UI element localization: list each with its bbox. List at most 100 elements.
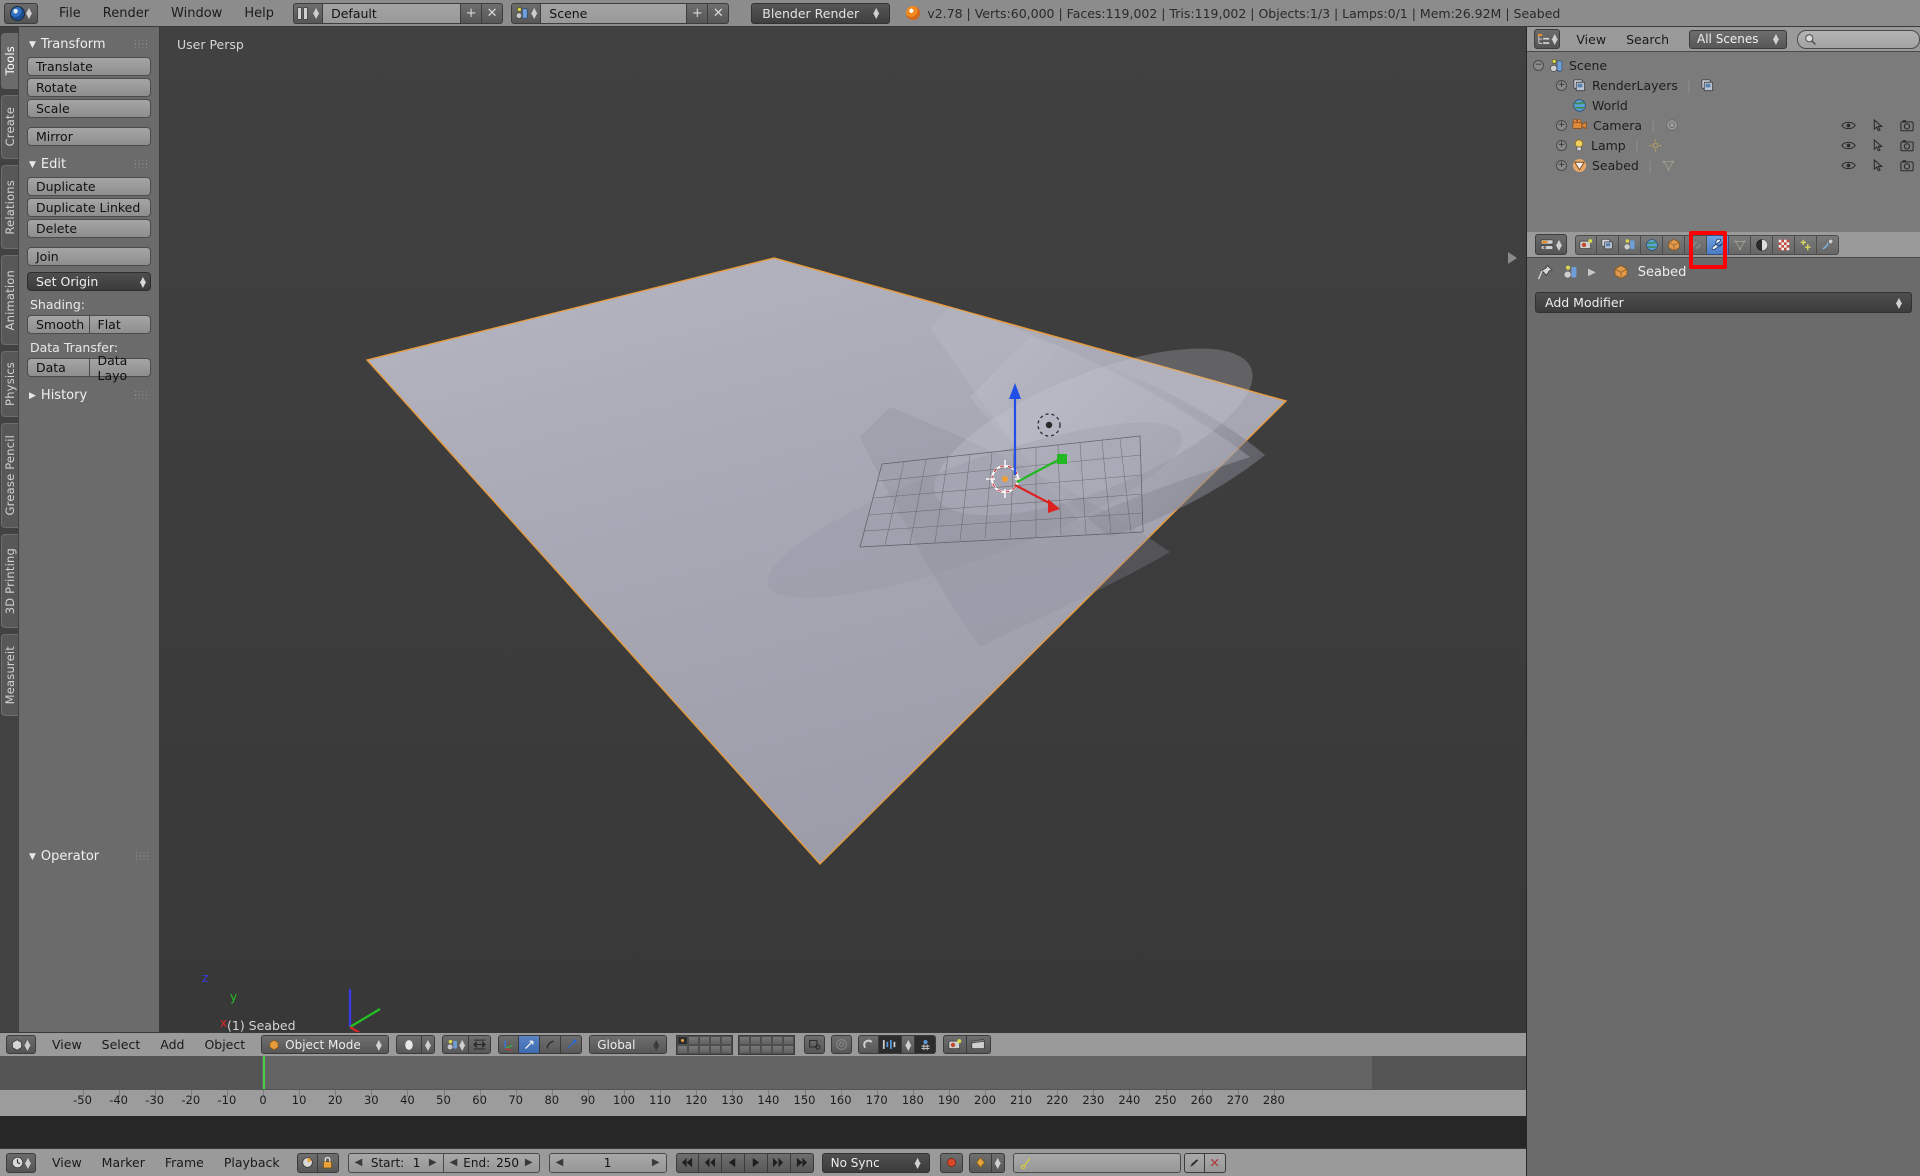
tab-grease-pencil[interactable]: Grease Pencil — [1, 423, 18, 528]
scene-name-field[interactable]: Scene — [541, 2, 688, 24]
pivot-point-selector[interactable]: ▲ ▼ — [442, 1035, 470, 1054]
viewport-shading-solid-button[interactable] — [395, 1035, 422, 1054]
render-image-button[interactable] — [943, 1035, 968, 1054]
delete-scene-button[interactable]: ✕ — [708, 2, 730, 24]
outliner-row-scene[interactable]: − Scene — [1527, 55, 1920, 75]
render-animation-button[interactable] — [967, 1035, 992, 1054]
menu-file[interactable]: File — [48, 3, 92, 24]
layer-cell[interactable] — [688, 1044, 700, 1054]
screen-layout-name[interactable]: Default — [323, 2, 462, 24]
tool-join[interactable]: Join — [27, 247, 151, 266]
chevron-left-icon[interactable]: ◀ — [556, 1157, 564, 1168]
tool-scale[interactable]: Scale — [27, 99, 151, 118]
record-button[interactable] — [939, 1152, 963, 1173]
render-engine-selector[interactable]: Blender Render ▲ ▼ — [751, 2, 891, 24]
properties-tab-data[interactable] — [1729, 234, 1751, 255]
pivot-individual-origins-toggle[interactable] — [469, 1035, 492, 1054]
snap-mode-dropdown[interactable]: ▲ ▼ — [902, 1035, 916, 1054]
tool-duplicate-linked[interactable]: Duplicate Linked — [27, 198, 151, 217]
tool-translate[interactable]: Translate — [27, 57, 151, 76]
timeline-scroll-area[interactable] — [0, 1056, 1526, 1089]
layer-cell[interactable] — [688, 1035, 700, 1045]
layer-block-1[interactable] — [676, 1034, 734, 1055]
cursor-select-icon[interactable] — [1872, 118, 1884, 132]
tool-rotate[interactable]: Rotate — [27, 78, 151, 97]
auto-keyframe-button[interactable] — [296, 1152, 318, 1173]
layer-cell[interactable] — [772, 1044, 784, 1054]
render-visibility-icon[interactable] — [1900, 119, 1914, 132]
chevron-left-icon[interactable]: ◀ — [355, 1157, 363, 1168]
keying-set-dropdown[interactable]: ▲ ▼ — [991, 1152, 1005, 1173]
layer-cell[interactable] — [710, 1044, 722, 1054]
expand-icon[interactable]: + — [1556, 119, 1567, 131]
tool-data-layout[interactable]: Data Layo — [89, 353, 151, 383]
outliner-row-renderlayers[interactable]: + RenderLayers | — [1527, 75, 1920, 95]
properties-tab-render[interactable] — [1575, 234, 1597, 255]
insert-keyframe-button[interactable] — [1183, 1152, 1205, 1173]
pin-icon[interactable] — [1537, 264, 1554, 281]
eye-icon[interactable] — [1841, 160, 1856, 171]
chevron-right-icon[interactable]: ▶ — [1588, 267, 1596, 278]
add-modifier-button[interactable]: Add Modifier ▲ ▼ — [1535, 292, 1912, 313]
jump-to-end-button[interactable] — [790, 1152, 814, 1173]
layer-cell[interactable] — [761, 1044, 773, 1054]
properties-tab-material[interactable] — [1751, 234, 1773, 255]
interaction-mode-selector[interactable]: Object Mode ▲ ▼ — [261, 1035, 389, 1054]
tab-tools[interactable]: Tools — [1, 33, 18, 89]
properties-tab-world[interactable] — [1641, 234, 1663, 255]
tab-physics[interactable]: Physics — [1, 351, 18, 417]
tab-animation[interactable]: Animation — [1, 255, 18, 345]
eye-icon[interactable] — [1841, 140, 1856, 151]
outliner-row-seabed[interactable]: + Seabed | — [1527, 155, 1920, 175]
layer-cell[interactable] — [699, 1035, 711, 1045]
layer-cell[interactable] — [677, 1035, 689, 1045]
properties-tab-modifiers[interactable] — [1707, 234, 1729, 255]
3d-viewport[interactable]: User Persp z y x (1) Seabed — [160, 27, 1526, 1032]
expand-icon[interactable]: + — [1556, 139, 1567, 151]
lock-keyframe-button[interactable] — [317, 1152, 339, 1173]
keying-set-button[interactable] — [968, 1152, 992, 1173]
outliner-row-camera[interactable]: + Camera | — [1527, 115, 1920, 135]
menu-window[interactable]: Window — [160, 3, 233, 24]
menu-render[interactable]: Render — [92, 3, 160, 24]
layer-cell[interactable] — [721, 1044, 733, 1054]
tool-shade-flat[interactable]: Flat — [89, 315, 151, 334]
panel-header-transform[interactable]: ▼ Transform :::::::: — [27, 33, 151, 57]
lock-to-scene-button[interactable] — [804, 1035, 826, 1054]
delete-screen-layout-button[interactable]: ✕ — [482, 2, 504, 24]
snap-toggle-button[interactable] — [858, 1035, 880, 1054]
outliner-search-input[interactable] — [1797, 29, 1920, 49]
scene-icon-button[interactable]: ▲ ▼ — [511, 2, 542, 24]
properties-tab-object[interactable] — [1663, 234, 1685, 255]
properties-editor[interactable]: ▲ ▼ ▶ Seabed Add Modifier ▲ ▼ — [1527, 231, 1920, 1176]
timeline-ruler[interactable]: -50 -40 -30 -20 -10 0 10 20 30 40 50 60 70 80 90 100 110… — [0, 1089, 1526, 1116]
chevron-right-icon[interactable]: ▶ — [525, 1157, 533, 1168]
collapse-icon[interactable]: − — [1533, 59, 1544, 71]
layer-cell[interactable] — [721, 1035, 733, 1045]
properties-tab-particles[interactable] — [1795, 234, 1817, 255]
vp-menu-add[interactable]: Add — [150, 1035, 194, 1054]
render-visibility-icon[interactable] — [1900, 159, 1914, 172]
editor-type-3dview-button[interactable]: ▲ ▼ — [6, 1035, 36, 1054]
properties-tab-render-layers[interactable] — [1597, 234, 1619, 255]
editor-type-properties-button[interactable]: ▲ ▼ — [1535, 234, 1567, 255]
play-reverse-button[interactable] — [721, 1152, 745, 1173]
add-scene-button[interactable]: + — [687, 2, 709, 24]
cursor-select-icon[interactable] — [1872, 158, 1884, 172]
layer-block-2[interactable] — [738, 1034, 796, 1055]
add-screen-layout-button[interactable]: + — [461, 2, 483, 24]
chevron-right-icon[interactable]: ▶ — [429, 1157, 437, 1168]
end-frame-field[interactable]: ◀ End: 250 ▶ — [443, 1152, 540, 1173]
layer-cell[interactable] — [750, 1035, 762, 1045]
tl-menu-playback[interactable]: Playback — [214, 1153, 290, 1172]
expand-icon[interactable]: + — [1556, 159, 1567, 171]
manipulator-translate-button[interactable] — [519, 1035, 541, 1054]
tl-menu-frame[interactable]: Frame — [155, 1153, 214, 1172]
cursor-select-icon[interactable] — [1872, 138, 1884, 152]
panel-header-history[interactable]: ▶ History :::::::: — [27, 384, 151, 408]
tool-shade-smooth[interactable]: Smooth — [27, 315, 90, 334]
panel-header-edit[interactable]: ▼ Edit :::::::: — [27, 153, 151, 177]
layer-cell[interactable] — [677, 1044, 689, 1054]
menu-help[interactable]: Help — [233, 3, 285, 24]
snap-target-button[interactable] — [879, 1035, 903, 1054]
